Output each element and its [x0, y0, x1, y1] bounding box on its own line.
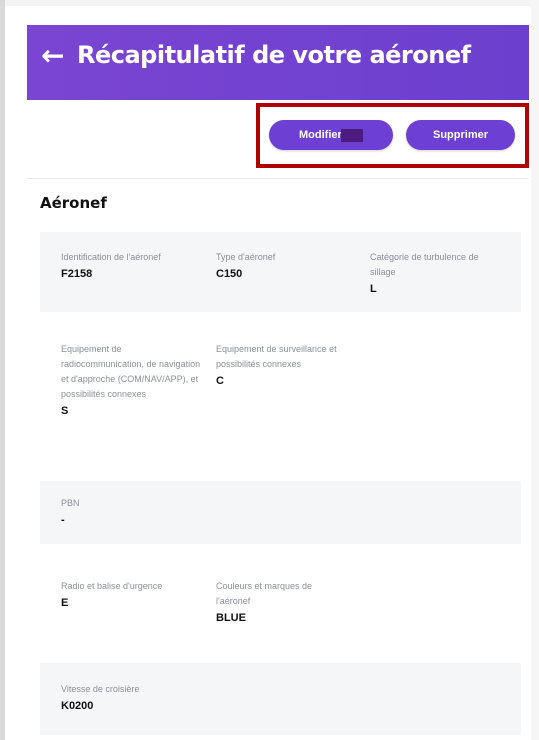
field-label: Type d'aéronef [216, 252, 276, 262]
details-row-4: Radio et balise d'urgence E Couleurs et … [40, 544, 521, 662]
supprimer-button[interactable]: Supprimer [406, 120, 515, 150]
field-label: Equipement de radiocommunication, de nav… [61, 344, 201, 399]
field-value: K0200 [61, 700, 94, 712]
field-value: F2158 [61, 268, 93, 280]
field-value: C150 [216, 268, 243, 280]
window-right-edge [531, 0, 539, 740]
field-radio-balise: Radio et balise d'urgence E [61, 579, 211, 609]
field-label: Equipement de surveillance et possibilit… [216, 344, 337, 369]
field-com-nav-app: Equipement de radiocommunication, de nav… [61, 342, 201, 417]
field-identification: Identification de l'aéronef F2158 [61, 250, 211, 280]
field-value: S [61, 405, 69, 417]
field-surveillance: Equipement de surveillance et possibilit… [216, 342, 366, 387]
field-value: L [370, 283, 377, 295]
details-row-3: PBN - [40, 481, 521, 544]
window-left-edge [0, 0, 5, 740]
page-header: ← Récapitulatif de votre aéronef [27, 25, 529, 100]
details-row-1: Identification de l'aéronef F2158 Type d… [40, 232, 521, 312]
field-value: BLUE [216, 612, 246, 624]
section-title: Aéronef [40, 194, 107, 212]
field-label: Catégorie de turbulence de sillage [370, 252, 479, 277]
field-label: Radio et balise d'urgence [61, 581, 163, 591]
field-value: - [61, 514, 65, 526]
page-title: Récapitulatif de votre aéronef [77, 41, 471, 69]
field-couleurs: Couleurs et marques de l'aéronef BLUE [216, 579, 346, 624]
field-turbulence: Catégorie de turbulence de sillage L [370, 250, 505, 295]
field-label: Identification de l'aéronef [61, 252, 161, 262]
details-row-2: Equipement de radiocommunication, de nav… [40, 312, 521, 480]
details-row-5: Vitesse de croisière K0200 [40, 663, 521, 735]
field-pbn: PBN - [61, 496, 211, 526]
field-label: Vitesse de croisière [61, 684, 140, 694]
field-label: PBN [61, 498, 80, 508]
field-label: Couleurs et marques de l'aéronef [216, 581, 313, 606]
field-value: C [216, 375, 224, 387]
modifier-button[interactable]: Modifier [269, 120, 393, 150]
modifier-button-label: Modifier [299, 129, 342, 141]
window-top-edge [0, 0, 539, 6]
redacted-block [341, 129, 363, 142]
field-type: Type d'aéronef C150 [216, 250, 366, 280]
field-vitesse: Vitesse de croisière K0200 [61, 682, 211, 712]
section-divider [27, 178, 529, 179]
field-value: E [61, 597, 69, 609]
back-arrow-icon[interactable]: ← [41, 39, 64, 72]
